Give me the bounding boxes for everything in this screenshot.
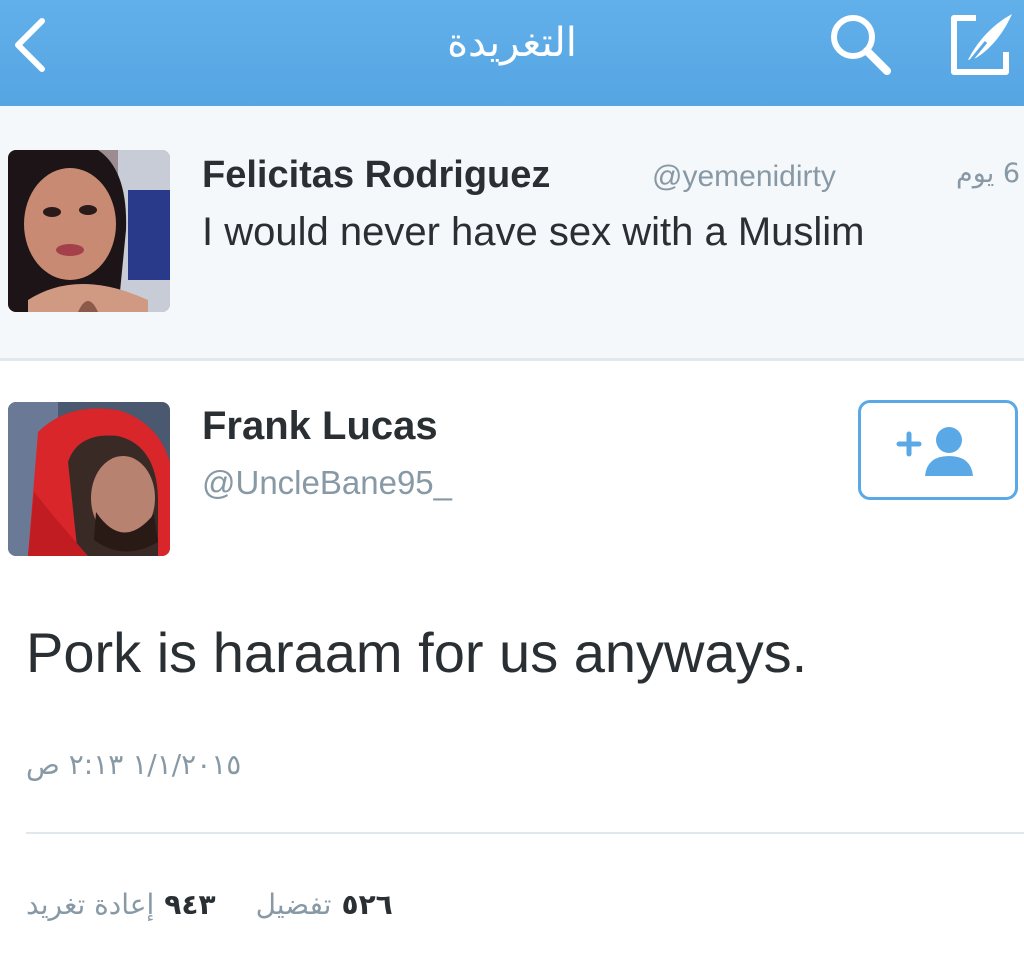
back-button[interactable]	[0, 10, 60, 80]
tweet-stats: ٩٤٣ إعادة تغريد ٥٢٦ تفضيل	[26, 888, 393, 921]
favorites-stat[interactable]: ٥٢٦ تفضيل	[256, 888, 393, 921]
author-handle[interactable]: @UncleBane95_	[202, 464, 452, 502]
divider	[26, 832, 1024, 834]
favorites-label: تفضيل	[255, 888, 332, 921]
compose-icon	[951, 14, 1012, 75]
add-user-icon	[896, 427, 973, 476]
retweets-count: ٩٤٣	[164, 888, 216, 921]
page-title: التغريدة	[447, 20, 577, 66]
search-icon	[831, 15, 891, 75]
author-handle[interactable]: @yemenidirty	[652, 160, 836, 194]
avatar-image	[8, 402, 170, 556]
follow-button[interactable]	[858, 400, 1018, 500]
tweet-text: I would never have sex with a Muslim	[202, 210, 865, 254]
retweets-stat[interactable]: ٩٤٣ إعادة تغريد	[26, 888, 216, 921]
top-bar: التغريدة	[0, 0, 1024, 106]
avatar[interactable]	[8, 402, 170, 556]
favorites-count: ٥٢٦	[341, 888, 393, 921]
avatar[interactable]	[8, 150, 170, 312]
author-name[interactable]: Felicitas Rodriguez	[202, 154, 550, 197]
tweet-timestamp: ١/١/٢٠١٥ ٢:١٣ ص	[26, 748, 242, 781]
tweet-text: Pork is haraam for us anyways.	[26, 621, 808, 684]
retweets-label: إعادة تغريد	[26, 888, 155, 921]
parent-tweet[interactable]: Felicitas Rodriguez @yemenidirty 6 يوم I…	[0, 106, 1024, 361]
chevron-left-icon	[15, 18, 45, 72]
compose-button[interactable]	[940, 4, 1024, 84]
author-name[interactable]: Frank Lucas	[202, 404, 438, 449]
tweet-time: 6 يوم	[956, 158, 1020, 189]
avatar-image	[8, 150, 170, 312]
search-button[interactable]	[818, 6, 902, 82]
